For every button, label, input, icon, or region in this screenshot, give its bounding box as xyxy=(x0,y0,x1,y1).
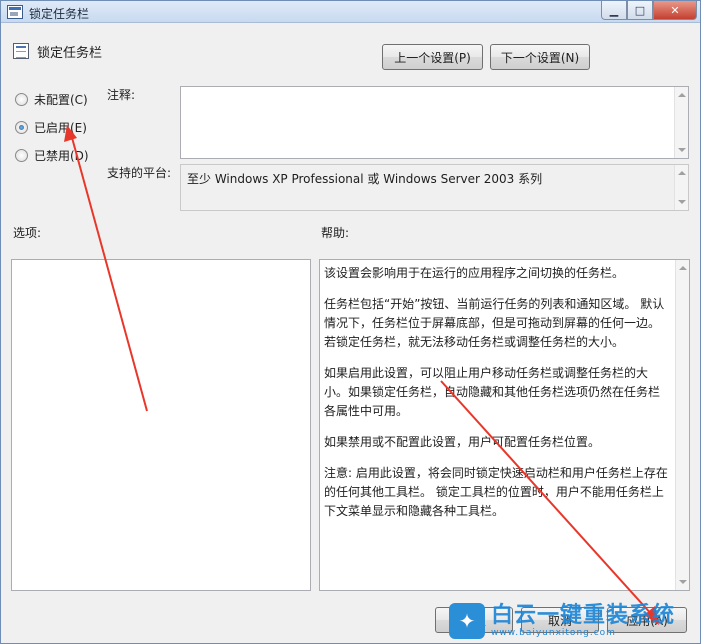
radio-not-configured[interactable]: 未配置(C) xyxy=(15,91,88,108)
scroll-down-icon[interactable] xyxy=(678,200,686,204)
radio-button[interactable] xyxy=(15,93,28,106)
previous-setting-button[interactable]: 上一个设置(P) xyxy=(382,44,483,70)
scroll-down-icon[interactable] xyxy=(678,148,686,152)
help-paragraph: 该设置会影响用于在运行的应用程序之间切换的任务栏。 xyxy=(324,266,625,280)
supported-platform-value: 至少 Windows XP Professional 或 Windows Ser… xyxy=(187,172,543,186)
options-label: 选项: xyxy=(13,226,42,240)
window-controls: ▁ □ ✕ xyxy=(601,1,697,20)
policy-dialog-window: 锁定任务栏 ▁ □ ✕ 锁定任务栏 上一个设置(P) 下一个设置(N) 未配置(… xyxy=(0,0,701,644)
options-pane xyxy=(11,259,311,591)
radio-label: 已禁用(D) xyxy=(34,149,89,163)
scroll-up-icon[interactable] xyxy=(678,93,686,97)
scroll-up-icon[interactable] xyxy=(679,266,687,270)
help-pane: 该设置会影响用于在运行的应用程序之间切换的任务栏。 任务栏包括“开始”按钮、当前… xyxy=(319,259,690,591)
supported-platform-box: 至少 Windows XP Professional 或 Windows Ser… xyxy=(180,164,689,211)
scroll-down-icon[interactable] xyxy=(679,580,687,584)
help-text: 该设置会影响用于在运行的应用程序之间切换的任务栏。 任务栏包括“开始”按钮、当前… xyxy=(324,264,671,586)
apply-button[interactable]: 应用(A) xyxy=(607,607,687,633)
radio-label: 已启用(E) xyxy=(34,121,87,135)
help-scrollbar[interactable] xyxy=(675,260,689,590)
comment-textarea[interactable] xyxy=(180,86,689,159)
next-setting-button[interactable]: 下一个设置(N) xyxy=(490,44,590,70)
title-bar[interactable]: 锁定任务栏 ▁ □ ✕ xyxy=(1,1,700,23)
radio-enabled[interactable]: 已启用(E) xyxy=(15,119,87,136)
close-button[interactable]: ✕ xyxy=(653,1,697,20)
supported-platform-label: 支持的平台: xyxy=(107,166,172,180)
policy-name: 锁定任务栏 xyxy=(37,46,103,61)
help-paragraph: 注意: 启用此设置，将会同时锁定快速启动栏和用户任务栏上存在的任何其他工具栏。 … xyxy=(324,466,668,518)
help-paragraph: 如果启用此设置，可以阻止用户移动任务栏或调整任务栏的大小。如果锁定任务栏，自动隐… xyxy=(324,366,661,418)
policy-app-icon xyxy=(7,5,23,19)
radio-button[interactable] xyxy=(15,149,28,162)
radio-disabled[interactable]: 已禁用(D) xyxy=(15,147,89,164)
radio-button-checked[interactable] xyxy=(15,121,28,134)
comment-label: 注释: xyxy=(107,88,136,102)
policy-setting-icon xyxy=(13,43,29,59)
window-title: 锁定任务栏 xyxy=(29,7,90,21)
ok-button[interactable]: 确定 xyxy=(435,607,513,633)
radio-label: 未配置(C) xyxy=(34,93,88,107)
cancel-button[interactable]: 取消 xyxy=(521,607,599,633)
comment-scrollbar[interactable] xyxy=(674,87,688,158)
scroll-up-icon[interactable] xyxy=(678,171,686,175)
help-paragraph: 任务栏包括“开始”按钮、当前运行任务的列表和通知区域。 默认情况下，任务栏位于屏… xyxy=(324,297,665,349)
platform-scrollbar[interactable] xyxy=(674,165,688,210)
help-label: 帮助: xyxy=(321,226,350,240)
help-paragraph: 如果禁用或不配置此设置，用户可配置任务栏位置。 xyxy=(324,435,601,449)
maximize-button[interactable]: □ xyxy=(627,1,653,20)
minimize-button[interactable]: ▁ xyxy=(601,1,627,20)
